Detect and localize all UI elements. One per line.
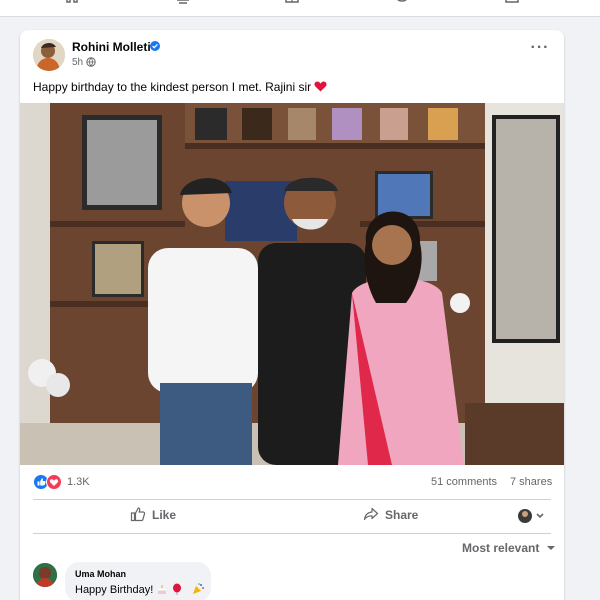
author-avatar[interactable]: [33, 39, 65, 71]
like-label: Like: [152, 508, 177, 522]
gaming-icon[interactable]: [504, 0, 520, 4]
reactions-row: 1.3K 51 comments 7 shares: [33, 474, 553, 490]
post-text-content: Happy birthday to the kindest person I m…: [33, 80, 312, 94]
share-label: Share: [385, 508, 419, 522]
party-popper-emoji-icon: [193, 583, 205, 594]
commenter-avatar-image: [33, 563, 57, 587]
comment-text-content: Happy Birthday!: [75, 584, 154, 596]
globe-icon: [86, 57, 96, 67]
video-icon[interactable]: [175, 0, 191, 4]
chevron-down-icon: [546, 546, 555, 550]
home-icon[interactable]: [64, 0, 80, 4]
divider: [33, 499, 551, 500]
post-text: Happy birthday to the kindest person I m…: [33, 80, 328, 94]
love-reaction-icon: [46, 474, 62, 490]
divider: [33, 533, 551, 534]
author-avatar-image: [33, 39, 65, 71]
verified-badge-icon: [150, 41, 160, 51]
sort-label: Most relevant: [462, 541, 540, 555]
top-nav-bar: [0, 0, 600, 17]
post-photo[interactable]: [20, 103, 564, 465]
marketplace-icon[interactable]: [284, 0, 300, 4]
audience-avatar-icon: [518, 509, 544, 523]
comment-text: Happy Birthday!: [75, 583, 205, 596]
groups-icon[interactable]: [394, 0, 410, 4]
share-button[interactable]: Share: [363, 506, 443, 526]
commenter-name[interactable]: Uma Mohan: [75, 569, 126, 579]
reaction-count[interactable]: 1.3K: [67, 476, 90, 488]
comments-count[interactable]: 51 comments: [431, 476, 497, 488]
comment-sort-dropdown[interactable]: Most relevant: [462, 541, 556, 555]
shares-count[interactable]: 7 shares: [510, 476, 552, 488]
commenter-avatar[interactable]: [33, 563, 57, 587]
post-card: Rohini Molleti 5h ··· Happy birthday to …: [20, 30, 564, 600]
more-options-icon[interactable]: ···: [530, 40, 550, 58]
chevron-down-icon: [536, 513, 544, 519]
like-icon: [130, 507, 146, 522]
post-photo-image: [20, 103, 564, 465]
share-icon: [363, 507, 379, 521]
heart-emoji-icon: [314, 81, 328, 92]
reaction-audience-selector[interactable]: [517, 508, 549, 524]
cake-emoji-icon: [158, 585, 167, 594]
balloon-emoji-icon: [173, 583, 182, 595]
post-timestamp[interactable]: 5h: [72, 57, 83, 68]
author-name[interactable]: Rohini Molleti: [72, 40, 151, 54]
like-button[interactable]: Like: [130, 506, 200, 526]
comment-bubble: Uma Mohan Happy Birthday!: [65, 562, 211, 600]
reaction-icons[interactable]: [33, 474, 65, 490]
